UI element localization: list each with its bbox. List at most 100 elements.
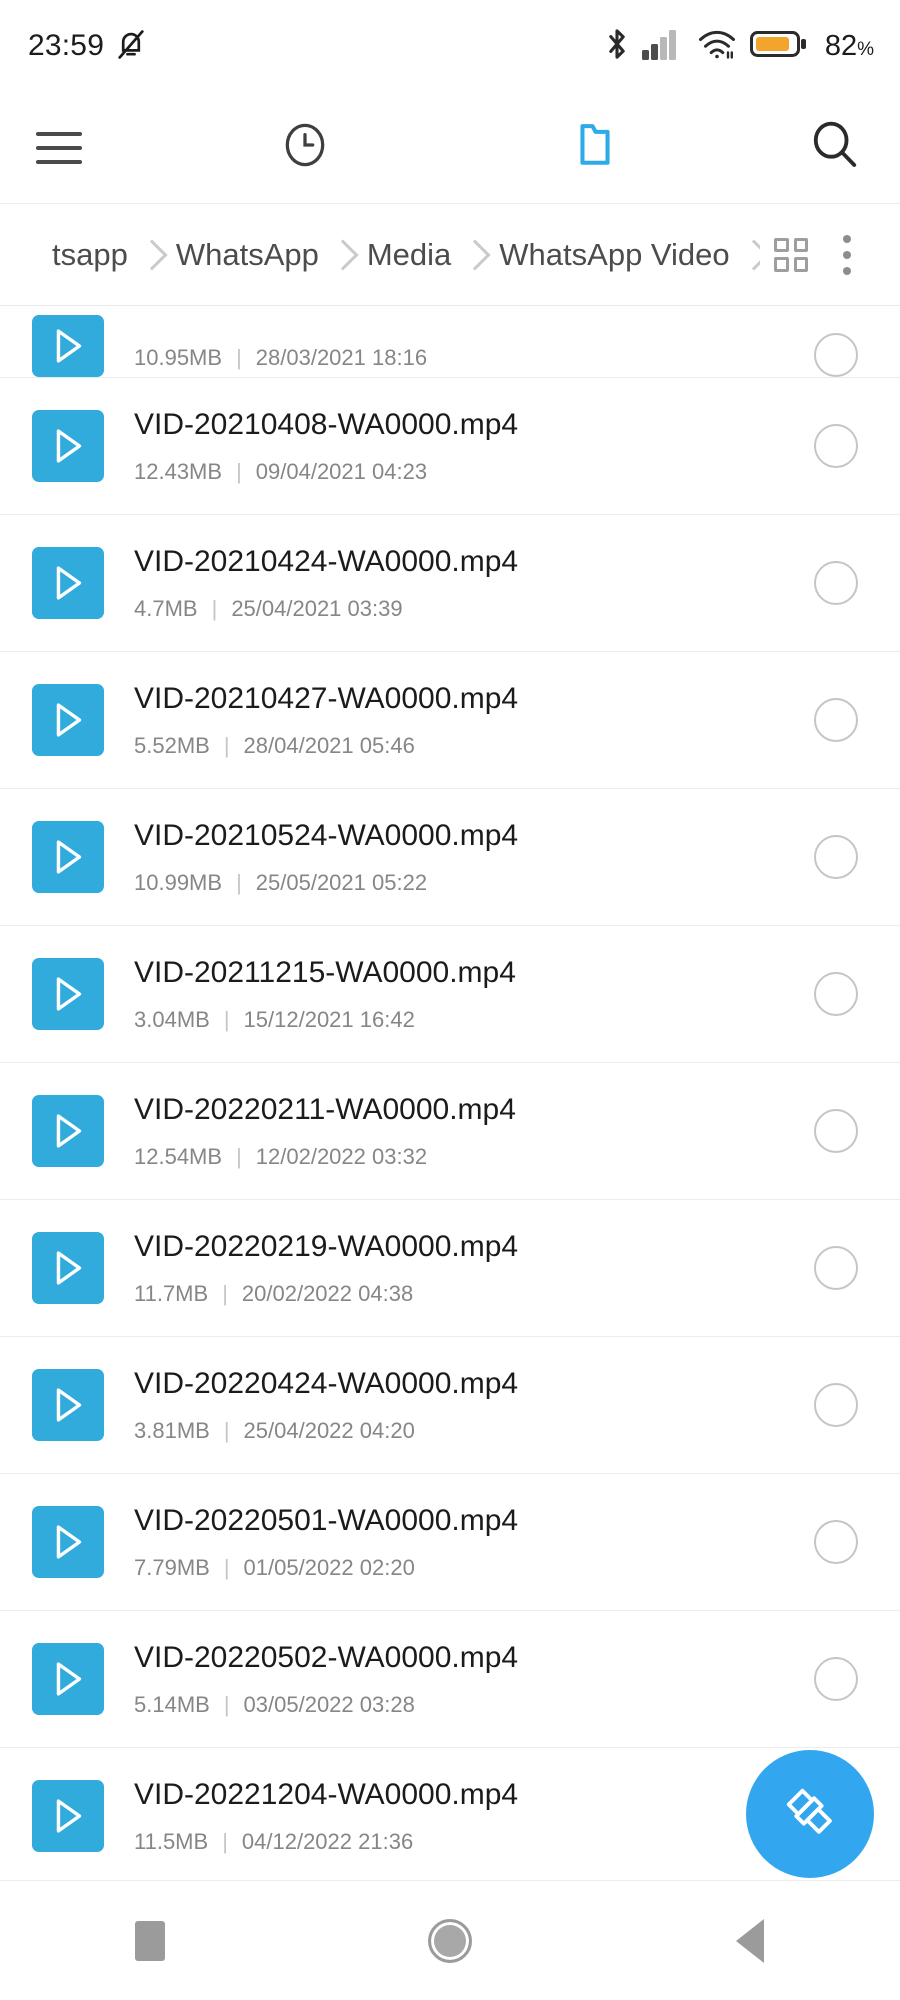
breadcrumb-item-1[interactable]: WhatsApp [176,237,319,273]
file-type-icon [32,1232,104,1304]
table-row[interactable]: VID-20220219-WA0000.mp4 11.7MB | 20/02/2022… [0,1200,900,1337]
file-date: 25/05/2021 05:22 [255,869,428,895]
file-date: 09/04/2021 04:23 [255,458,428,484]
recents-button[interactable] [75,1881,225,2000]
meta-separator: | [236,458,242,484]
file-meta: 4.7MB | 25/04/2021 03:39 [134,596,814,622]
grid-view-icon[interactable] [774,237,808,272]
wifi-icon [697,28,737,65]
breadcrumb-item-2[interactable]: Media [367,237,451,273]
select-file-radio[interactable] [814,561,858,605]
chevron-right-icon [738,238,760,271]
select-file-radio[interactable] [814,1520,858,1564]
file-meta: 10.95MB | 28/03/2021 18:16 [134,345,814,371]
file-date: 20/02/2022 04:38 [241,1280,414,1306]
search-icon [810,120,860,175]
video-play-icon [48,562,88,604]
breadcrumb-item-0[interactable]: tsapp [52,237,128,273]
table-row[interactable]: VID-20220502-WA0000.mp4 5.14MB | 03/05/2022… [0,1611,900,1748]
back-triangle-icon [736,1918,764,1963]
table-row[interactable]: VID-20210424-WA0000.mp4 4.7MB | 25/04/2021 … [0,515,900,652]
status-bar: 23:59 82% [0,0,900,92]
file-size: 3.81MB [134,1417,210,1443]
file-type-icon [32,684,104,756]
home-button[interactable] [375,1881,525,2000]
meta-separator: | [236,869,242,895]
file-size: 10.99MB [134,869,223,895]
video-play-icon [48,1795,88,1837]
file-date: 28/03/2021 18:16 [255,345,428,370]
back-button[interactable] [675,1881,825,2000]
recents-square-icon [135,1920,165,1961]
menu-button[interactable] [0,92,160,204]
file-size: 11.5MB [134,1828,209,1854]
file-info: 10.95MB | 28/03/2021 18:16 [104,345,814,377]
file-size: 3.04MB [134,1006,210,1032]
meta-separator: | [211,595,218,621]
table-row[interactable]: 10.95MB | 28/03/2021 18:16 [0,306,900,378]
table-row[interactable]: VID-20220211-WA0000.mp4 12.54MB | 12/02/202… [0,1063,900,1200]
file-type-icon [32,958,104,1030]
file-name: VID-20211215-WA0000.mp4 [134,955,516,989]
table-row[interactable]: VID-20220424-WA0000.mp4 3.81MB | 25/04/2022… [0,1337,900,1474]
folder-tab[interactable] [450,92,740,204]
file-type-icon [32,1095,104,1167]
video-play-icon [48,425,88,467]
select-file-radio[interactable] [814,1246,858,1290]
more-vertical-icon[interactable] [842,234,852,275]
video-play-icon [48,1658,88,1700]
recent-tab[interactable] [160,92,450,204]
file-type-icon [32,1369,104,1441]
video-play-icon [48,1384,88,1426]
select-file-radio[interactable] [814,698,858,742]
file-name: VID-20220424-WA0000.mp4 [134,1366,519,1400]
file-size: 12.43MB [134,458,223,484]
file-size: 12.54MB [134,1143,223,1169]
table-row[interactable]: VID-20210427-WA0000.mp4 5.52MB | 28/04/2021… [0,652,900,789]
table-row[interactable]: VID-20210524-WA0000.mp4 10.99MB | 25/05/202… [0,789,900,926]
file-info: VID-20220211-WA0000.mp4 12.54MB | 12/02/202… [104,1093,814,1170]
table-row[interactable]: VID-20211215-WA0000.mp4 3.04MB | 15/12/2021… [0,926,900,1063]
select-file-radio[interactable] [814,972,858,1016]
android-navigation-bar [0,1880,900,2000]
battery-icon [749,28,808,65]
file-name: VID-20210424-WA0000.mp4 [134,544,519,578]
breadcrumb-item-3[interactable]: WhatsApp Video [499,237,729,273]
select-file-radio[interactable] [814,1383,858,1427]
select-file-radio[interactable] [814,424,858,468]
file-date: 25/04/2022 04:20 [243,1417,415,1443]
meta-separator: | [236,345,242,370]
select-file-radio[interactable] [814,1109,858,1153]
video-play-icon [48,973,88,1015]
file-date: 12/02/2022 03:32 [255,1143,428,1169]
table-row[interactable]: VID-20210408-WA0000.mp4 12.43MB | 09/04/202… [0,378,900,515]
clock-icon [280,118,330,177]
chevron-right-icon [136,238,168,271]
paintbrush-clean-icon [779,1781,841,1848]
video-play-icon [48,1521,88,1563]
battery-percent: 82% [824,29,874,62]
chevron-right-icon [327,238,359,271]
file-meta: 10.99MB | 25/05/2021 05:22 [134,870,814,896]
file-manager-screen: 23:59 82% tsapp WhatsApp Media WhatsApp … [0,0,900,2000]
meta-separator: | [223,1006,230,1032]
file-size: 7.79MB [134,1554,210,1580]
file-list[interactable]: 10.95MB | 28/03/2021 18:16 VID-20210408-WA0… [0,306,900,1880]
file-info: VID-20210427-WA0000.mp4 5.52MB | 28/04/2021… [104,682,814,759]
breadcrumb: tsapp WhatsApp Media WhatsApp Video [52,237,760,273]
file-date: 01/05/2022 02:20 [243,1554,415,1580]
select-file-radio[interactable] [814,333,858,377]
breadcrumb-bar: tsapp WhatsApp Media WhatsApp Video [0,204,900,306]
meta-separator: | [222,1828,228,1854]
file-meta: 12.54MB | 12/02/2022 03:32 [134,1144,814,1170]
file-meta: 5.52MB | 28/04/2021 05:46 [134,733,814,759]
file-name: VID-20210408-WA0000.mp4 [134,407,519,441]
select-file-radio[interactable] [814,835,858,879]
search-button[interactable] [740,92,900,204]
file-name: VID-20220219-WA0000.mp4 [134,1229,519,1263]
cleanup-fab-button[interactable] [746,1750,874,1878]
table-row[interactable]: VID-20220501-WA0000.mp4 7.79MB | 01/05/2022… [0,1474,900,1611]
select-file-radio[interactable] [814,1657,858,1701]
file-meta: 11.5MB | 04/12/2022 21:36 [134,1829,814,1855]
home-circle-icon [428,1918,472,1963]
